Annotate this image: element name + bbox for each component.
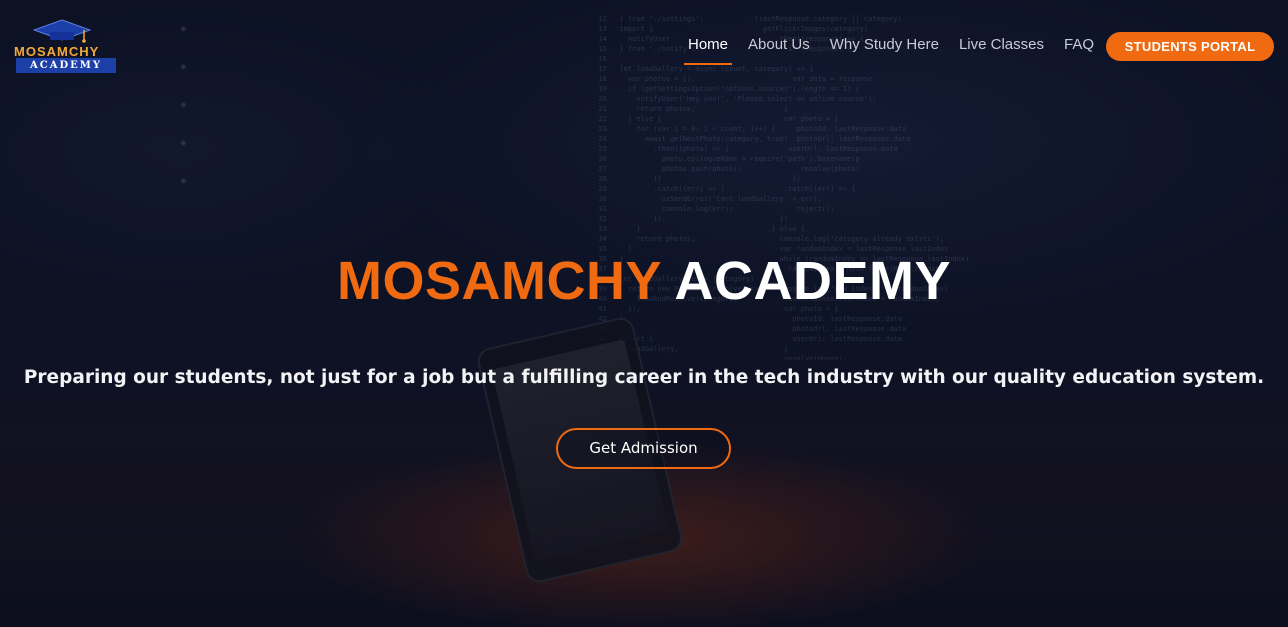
hero-subtitle: Preparing our students, not just for a j…	[23, 367, 1265, 388]
get-admission-button[interactable]: Get Admission	[556, 428, 731, 469]
nav-item-why-study-here[interactable]: Why Study Here	[830, 36, 939, 56]
site-logo[interactable]: MOSAMCHY ACADEMY	[14, 18, 116, 76]
hero-overlay	[0, 0, 1288, 627]
main-nav: Home About Us Why Study Here Live Classe…	[683, 36, 1114, 65]
nav-item-live-classes[interactable]: Live Classes	[959, 36, 1044, 56]
hero-title-part2: ACADEMY	[674, 251, 952, 311]
students-portal-button[interactable]: STUDENTS PORTAL	[1106, 32, 1274, 61]
nav-item-home[interactable]: Home	[683, 36, 733, 65]
nav-item-about-us[interactable]: About Us	[748, 36, 810, 56]
nav-item-faq[interactable]: FAQ	[1064, 36, 1094, 56]
logo-bottom-text: ACADEMY	[16, 58, 116, 73]
hero-title: MOSAMCHY ACADEMY	[0, 250, 1288, 312]
graduation-cap-icon	[32, 19, 92, 43]
hero-title-part1: MOSAMCHY	[336, 251, 661, 311]
logo-top-text: MOSAMCHY	[14, 44, 100, 59]
